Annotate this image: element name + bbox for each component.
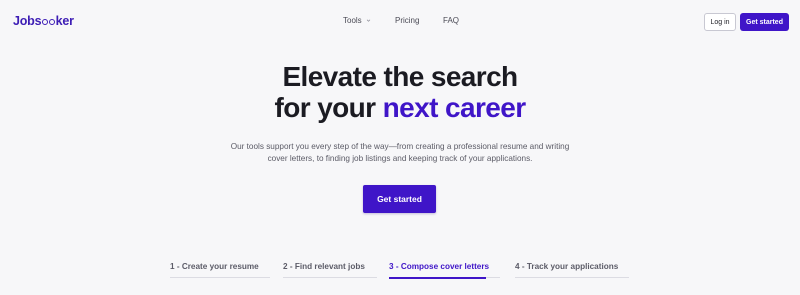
- tab-compose-cover-letters[interactable]: 3 - Compose cover letters: [389, 262, 500, 279]
- hero-title-line1: Elevate the search: [282, 61, 518, 92]
- hero-subtitle-line1: Our tools support you every step of the …: [230, 142, 570, 151]
- hero-title-line2-prefix: for your: [274, 92, 383, 123]
- nav-item-pricing[interactable]: Pricing: [395, 16, 419, 25]
- landing-page: Jobs ker Tools Pricing FAQ Log in Get sta…: [0, 0, 800, 295]
- login-button[interactable]: Log in: [704, 13, 736, 31]
- header-get-started-button[interactable]: Get started: [740, 13, 789, 31]
- hero-title-accent: next career: [382, 92, 526, 123]
- nav-item-pricing-label: Pricing: [395, 16, 420, 25]
- nav-item-tools-label: Tools: [343, 16, 362, 25]
- tab-track-applications[interactable]: 4 - Track your applications: [515, 262, 629, 278]
- hero-title-line2: for your next career: [0, 92, 800, 124]
- tab-progress-bar: [389, 277, 486, 279]
- nav-item-tools[interactable]: Tools: [343, 16, 371, 25]
- tab-find-jobs[interactable]: 2 - Find relevant jobs: [283, 262, 377, 278]
- nav-item-faq-label: FAQ: [443, 16, 460, 25]
- nav-item-faq[interactable]: FAQ: [443, 16, 459, 25]
- main-menu: Tools Pricing FAQ: [0, 16, 800, 30]
- hero-get-started-button[interactable]: Get started: [363, 185, 436, 213]
- tab-create-resume[interactable]: 1 - Create your resume: [170, 262, 270, 278]
- chevron-down-icon: [366, 19, 370, 22]
- tab-compose-cover-letters-label: 3 - Compose cover letters: [389, 262, 490, 271]
- hero-subtitle-line2: cover letters, to finding job listings a…: [267, 154, 533, 163]
- top-navigation: Jobs ker Tools Pricing FAQ Log in Get sta…: [0, 0, 800, 44]
